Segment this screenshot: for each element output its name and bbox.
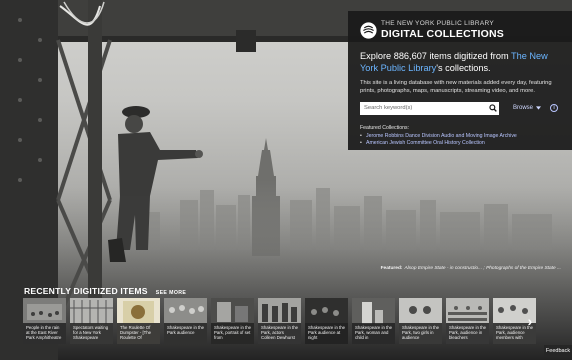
recent-items-title: RECENTLY DIGITIZED ITEMS xyxy=(24,286,148,296)
recent-item-title: Spectators waiting for a New York Shakes… xyxy=(70,323,113,344)
recent-item-card[interactable]: Shakespeare in the Park, two girls in au… xyxy=(399,298,442,344)
collections-panel: THE NEW YORK PUBLIC LIBRARY DIGITAL COLL… xyxy=(348,11,572,150)
site-description: This site is a living database with new … xyxy=(360,80,552,95)
featured-collections-heading: Featured Collections: xyxy=(360,124,410,131)
recent-item-title: Shakespeare in the Park audience xyxy=(164,323,207,344)
recent-item-card[interactable]: People in the rain at the East River Par… xyxy=(23,298,66,344)
recent-item-card[interactable]: Shakespeare in the Park audience at nigh… xyxy=(305,298,348,344)
recent-item-card[interactable]: Shakespeare in the Park audience xyxy=(164,298,207,344)
browse-label: Browse xyxy=(513,105,534,112)
search-icon xyxy=(488,104,497,113)
caption-label: Featured: xyxy=(380,266,403,271)
brand-site-name: DIGITAL COLLECTIONS xyxy=(381,27,504,40)
recent-item-title: The Roulette Of Dumpster - [The Roulette… xyxy=(117,323,160,344)
featured-collections-list: • Jerome Robbins Dance Division Audio and… xyxy=(360,133,560,147)
explore-heading: Explore 886,607 items digitized from The… xyxy=(360,50,560,74)
explore-prefix: Explore 886,607 items digitized from xyxy=(360,51,511,61)
search-bar: Browse i xyxy=(360,101,560,115)
nypl-brand[interactable]: THE NEW YORK PUBLIC LIBRARY DIGITAL COLL… xyxy=(360,20,560,40)
recent-items-carousel: People in the rain at the East River Par… xyxy=(23,298,536,344)
brand-org-name: THE NEW YORK PUBLIC LIBRARY xyxy=(381,20,494,27)
recent-item-title: Shakespeare in the Park, woman and child… xyxy=(352,323,395,344)
chevron-down-icon xyxy=(536,106,542,110)
featured-caption: Featured: Alsop Empire State - in constru… xyxy=(381,266,561,271)
recent-item-title: Shakespeare in the Park, audience in ble… xyxy=(446,323,489,344)
recent-item-title: Shakespeare in the Park, actors Colleen … xyxy=(258,323,301,344)
recent-item-card[interactable]: Spectators waiting for a New York Shakes… xyxy=(70,298,113,344)
recent-item-title: Shakespeare in the Park, portrait of set… xyxy=(211,323,254,344)
featured-collection-item[interactable]: • American Jewish Committee Oral History … xyxy=(360,140,560,147)
search-input[interactable] xyxy=(360,101,486,115)
recent-item-card[interactable]: Shakespeare in the Park, portrait of set… xyxy=(211,298,254,344)
recent-item-card[interactable]: Shakespeare in the Park, actors Colleen … xyxy=(258,298,301,344)
carousel-next-icon[interactable]: › xyxy=(523,310,537,332)
see-more-link[interactable]: SEE MORE xyxy=(156,290,187,296)
explore-suffix: 's collections. xyxy=(436,63,491,73)
feedback-button[interactable]: Feedback xyxy=(544,345,572,356)
featured-collection-item[interactable]: • Jerome Robbins Dance Division Audio and… xyxy=(360,133,560,140)
nypl-lion-logo-icon xyxy=(360,21,377,39)
search-button[interactable] xyxy=(486,101,499,115)
info-icon[interactable]: i xyxy=(550,104,559,113)
browse-dropdown[interactable]: Browse xyxy=(513,105,542,112)
recent-item-title: Shakespeare in the Park audience at nigh… xyxy=(305,323,348,344)
recent-item-card[interactable]: Shakespeare in the Park, audience in ble… xyxy=(446,298,489,344)
caption-link[interactable]: Alsop Empire State - in constructio... ;… xyxy=(404,266,561,271)
recent-item-title: People in the rain at the East River Par… xyxy=(23,323,66,344)
recent-item-title: Shakespeare in the Park, two girls in au… xyxy=(399,323,442,344)
recent-items-header: RECENTLY DIGITIZED ITEMS SEE MORE xyxy=(24,286,186,296)
recent-item-card[interactable]: The Roulette Of Dumpster - [The Roulette… xyxy=(117,298,160,344)
recent-item-card[interactable]: Shakespeare in the Park, woman and child… xyxy=(352,298,395,344)
